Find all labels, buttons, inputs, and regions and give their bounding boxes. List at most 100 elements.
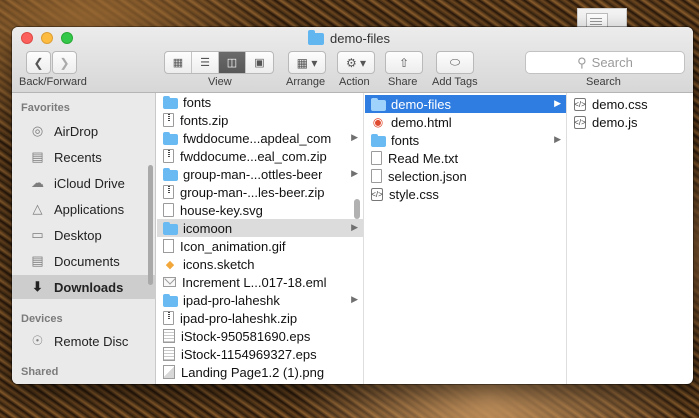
file-name: selection.json: [388, 168, 467, 184]
file-row[interactable]: </> demo.js: [568, 113, 693, 131]
file-list: </> demo.css </> demo.js: [568, 95, 693, 131]
file-name: demo-files: [391, 96, 451, 112]
back-button[interactable]: ❮: [26, 51, 51, 74]
add-tags-button[interactable]: ⬭: [436, 51, 474, 74]
mail-file-icon: [163, 277, 176, 287]
file-row[interactable]: Increment L...017-18.eml: [157, 273, 363, 291]
file-row[interactable]: fwddocume...apdeal_com ▶: [157, 129, 363, 147]
folder-icon: [163, 221, 178, 235]
favorites-header: Favorites: [21, 102, 70, 114]
file-row[interactable]: </> style.css: [365, 185, 566, 203]
file-row[interactable]: </> demo.css: [568, 95, 693, 113]
file-row[interactable]: icomoon ▶: [157, 219, 363, 237]
sidebar-item-label: Documents: [54, 253, 120, 269]
gallery-view-button[interactable]: ▣: [246, 52, 273, 73]
file-name: Read Me.txt: [388, 150, 459, 166]
sidebar-item-recents[interactable]: ▤ Recents: [12, 145, 156, 169]
file-row[interactable]: ipad-pro-laheshk ▶: [157, 291, 363, 309]
minimize-button[interactable]: [41, 32, 53, 44]
sidebar-item-icloud-drive[interactable]: ☁ iCloud Drive: [12, 171, 156, 195]
zoom-button[interactable]: [61, 32, 73, 44]
action-label: Action: [339, 76, 370, 88]
disclosure-arrow-icon: ▶: [554, 134, 561, 144]
list-view-button[interactable]: ☰: [192, 52, 219, 73]
file-row[interactable]: ◉ demo.html: [365, 113, 566, 131]
cloud-icon: ☁: [31, 175, 44, 190]
file-row[interactable]: ipad-pro-laheshk.zip: [157, 309, 363, 327]
file-row[interactable]: demo-files ▶: [365, 95, 566, 113]
columns-icon: ◫: [226, 57, 238, 69]
sidebar-item-desktop[interactable]: ▭ Desktop: [12, 223, 156, 247]
document-icon: [371, 151, 382, 165]
gif-file-icon: [163, 239, 174, 253]
file-name: fonts: [391, 132, 420, 148]
close-button[interactable]: [21, 32, 33, 44]
file-row[interactable]: iStock-1154969327.eps: [157, 345, 363, 363]
search-placeholder: Search: [591, 55, 633, 70]
tag-icon: ⬭: [449, 55, 461, 69]
view-label: View: [208, 76, 232, 88]
sidebar-item-downloads[interactable]: ⬇ Downloads: [12, 275, 156, 299]
sidebar-item-documents[interactable]: ▤ Documents: [12, 249, 156, 273]
action-button[interactable]: ⚙ ▾: [337, 51, 375, 74]
gallery-icon: ▣: [254, 57, 265, 69]
file-name: demo.css: [592, 96, 648, 112]
folder-icon: [163, 293, 178, 307]
file-row[interactable]: ◆ icons.sketch: [157, 255, 363, 273]
file-row[interactable]: selection.json: [365, 167, 566, 185]
search-input[interactable]: ⚲ Search: [525, 51, 685, 74]
file-name: ipad-pro-laheshk: [183, 292, 280, 308]
file-row[interactable]: Landing Page1.2 (1).png: [157, 363, 363, 381]
file-row[interactable]: fonts: [157, 93, 363, 111]
file-row[interactable]: Read Me.txt: [365, 149, 566, 167]
sidebar: Favorites ◎ AirDrop ▤ Recents ☁ iCloud D…: [12, 93, 156, 384]
file-row[interactable]: house-key.svg: [157, 201, 363, 219]
list-icon: ☰: [200, 57, 210, 69]
back-forward-label: Back/Forward: [19, 76, 87, 88]
arrange-button[interactable]: ▦ ▾: [288, 51, 326, 74]
share-button[interactable]: ⇧: [385, 51, 423, 74]
disclosure-arrow-icon: ▶: [351, 168, 358, 178]
zip-file-icon: [163, 149, 174, 163]
column-scrollbar[interactable]: [354, 199, 360, 219]
sidebar-item-airdrop[interactable]: ◎ AirDrop: [12, 119, 156, 143]
eps-file-icon: [163, 329, 175, 343]
zip-file-icon: [163, 113, 174, 127]
file-row[interactable]: group-man-...les-beer.zip: [157, 183, 363, 201]
file-name: group-man-...ottles-beer: [183, 166, 323, 182]
column-view-button[interactable]: ◫: [219, 52, 246, 73]
folder-icon: [163, 131, 178, 145]
devices-header: Devices: [21, 313, 63, 325]
file-row[interactable]: fonts.zip: [157, 111, 363, 129]
icon-view-button[interactable]: ▦: [165, 52, 192, 73]
file-name: fwddocume...apdeal_com: [183, 130, 332, 146]
disc-icon: ☉: [31, 333, 44, 348]
document-icon: [163, 203, 174, 217]
sidebar-item-applications[interactable]: △ Applications: [12, 197, 156, 221]
folder-icon: [371, 133, 386, 147]
file-row[interactable]: Icon_animation.gif: [157, 237, 363, 255]
file-row[interactable]: fwddocume...eal_com.zip: [157, 147, 363, 165]
file-name: fwddocume...eal_com.zip: [180, 148, 327, 164]
sidebar-item-label: Downloads: [54, 279, 124, 295]
file-row[interactable]: fonts ▶: [365, 131, 566, 149]
desktop-icon: ▭: [31, 227, 44, 242]
file-name: demo.html: [391, 114, 452, 130]
sidebar-scrollbar[interactable]: [148, 165, 153, 285]
sidebar-item-remote-disc[interactable]: ☉ Remote Disc: [12, 329, 156, 353]
sidebar-item-label: Desktop: [54, 227, 102, 243]
forward-button[interactable]: ❯: [52, 51, 77, 74]
window-title: demo-files: [308, 29, 390, 46]
file-name: iStock-1154969327.eps: [181, 346, 317, 362]
chevron-left-icon: ❮: [33, 55, 44, 70]
file-list: demo-files ▶ ◉ demo.html fonts ▶ Read Me.txt se…: [365, 95, 566, 203]
folder-icon: [308, 29, 324, 45]
file-name: Increment L...017-18.eml: [182, 274, 327, 290]
arrange-icon: ▦ ▾: [296, 55, 318, 70]
folder-icon: [163, 167, 178, 181]
file-row[interactable]: group-man-...ottles-beer ▶: [157, 165, 363, 183]
file-name: Icon_animation.gif: [180, 238, 286, 254]
column-demo-files: </> demo.css </> demo.js: [568, 93, 693, 384]
view-mode-control[interactable]: ▦ ☰ ◫ ▣: [164, 51, 274, 74]
file-row[interactable]: iStock-950581690.eps: [157, 327, 363, 345]
